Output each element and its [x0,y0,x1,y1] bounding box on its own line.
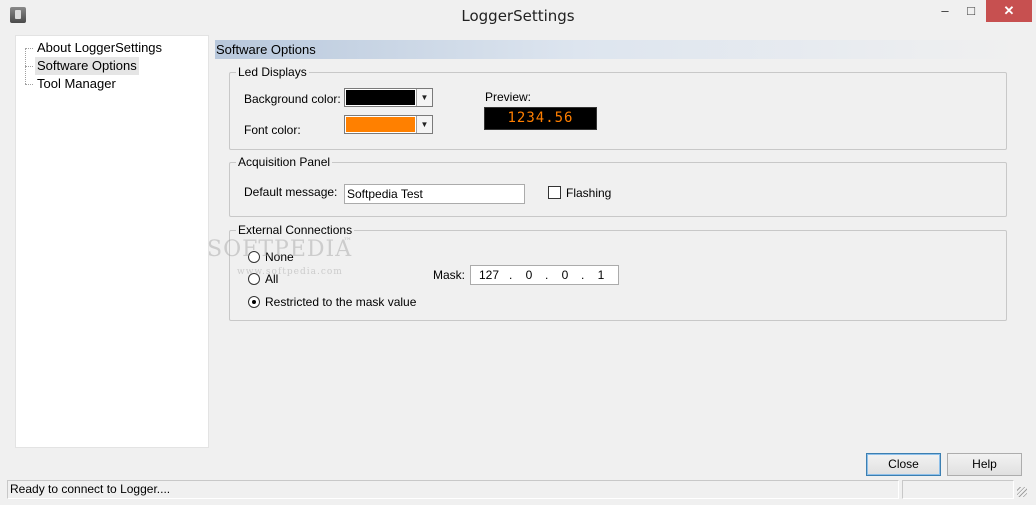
help-button[interactable]: Help [947,453,1022,476]
default-message-input[interactable]: Softpedia Test [344,184,525,204]
chevron-down-icon[interactable]: ▼ [416,116,432,133]
led-displays-group-label: Led Displays [236,65,309,79]
flashing-checkbox[interactable] [548,186,561,199]
flashing-label: Flashing [566,186,612,200]
mask-label: Mask: [433,268,466,282]
font-color-swatch [346,117,415,132]
tree-item-tool-manager[interactable]: Tool Manager [35,75,118,93]
tree-connector-line [25,84,33,85]
maximize-button[interactable]: □ [958,0,984,22]
mask-ip-input[interactable]: 127 . 0 . 0 . 1 [470,265,619,285]
mask-octet-4[interactable]: 1 [589,268,613,282]
resize-grip-icon[interactable] [1017,487,1027,497]
acquisition-panel-group: Acquisition Panel Default message: Softp… [229,155,1007,217]
window-body: About LoggerSettings Software Options To… [7,31,1029,499]
mask-dot: . [509,268,513,282]
status-panel-secondary [902,480,1014,499]
acquisition-panel-group-label: Acquisition Panel [236,155,333,169]
status-text: Ready to connect to Logger.... [7,480,899,499]
status-bar: Ready to connect to Logger.... [7,480,1029,499]
background-color-select[interactable]: ▼ [344,88,433,107]
softpedia-watermark-mark: ™ [343,237,353,247]
softpedia-watermark-url: www.softpedia.com [237,267,343,277]
font-color-label: Font color: [244,123,301,137]
mask-octet-3[interactable]: 0 [553,268,577,282]
mask-dot: . [581,268,585,282]
window-title: LoggerSettings [461,7,575,25]
tree-connector-line [25,48,33,49]
options-tree[interactable]: About LoggerSettings Software Options To… [15,35,209,448]
led-preview-display: 1234.56 [484,107,597,130]
softpedia-watermark: SOFTPEDIA [207,237,353,262]
default-message-label: Default message: [244,185,338,199]
mask-dot: . [545,268,549,282]
background-color-label: Background color: [244,92,341,106]
background-color-swatch [346,90,415,105]
close-button[interactable]: Close [866,453,941,476]
tree-item-about[interactable]: About LoggerSettings [35,39,164,57]
minimize-button[interactable]: – [932,0,958,22]
mask-octet-2[interactable]: 0 [517,268,541,282]
mask-octet-1[interactable]: 127 [477,268,501,282]
title-bar: LoggerSettings – □ ✕ [0,0,1036,31]
preview-label: Preview: [485,90,532,104]
tree-item-software-options[interactable]: Software Options [35,57,139,75]
tree-connector-line [25,66,33,67]
external-connections-group-label: External Connections [236,223,355,237]
close-window-button[interactable]: ✕ [986,0,1032,22]
section-header: Software Options [215,40,1021,59]
led-displays-group: Led Displays Background color: ▼ Font co… [229,65,1007,150]
radio-restricted-label: Restricted to the mask value [265,295,417,309]
chevron-down-icon[interactable]: ▼ [416,89,432,106]
font-color-select[interactable]: ▼ [344,115,433,134]
radio-restricted[interactable] [248,296,260,308]
